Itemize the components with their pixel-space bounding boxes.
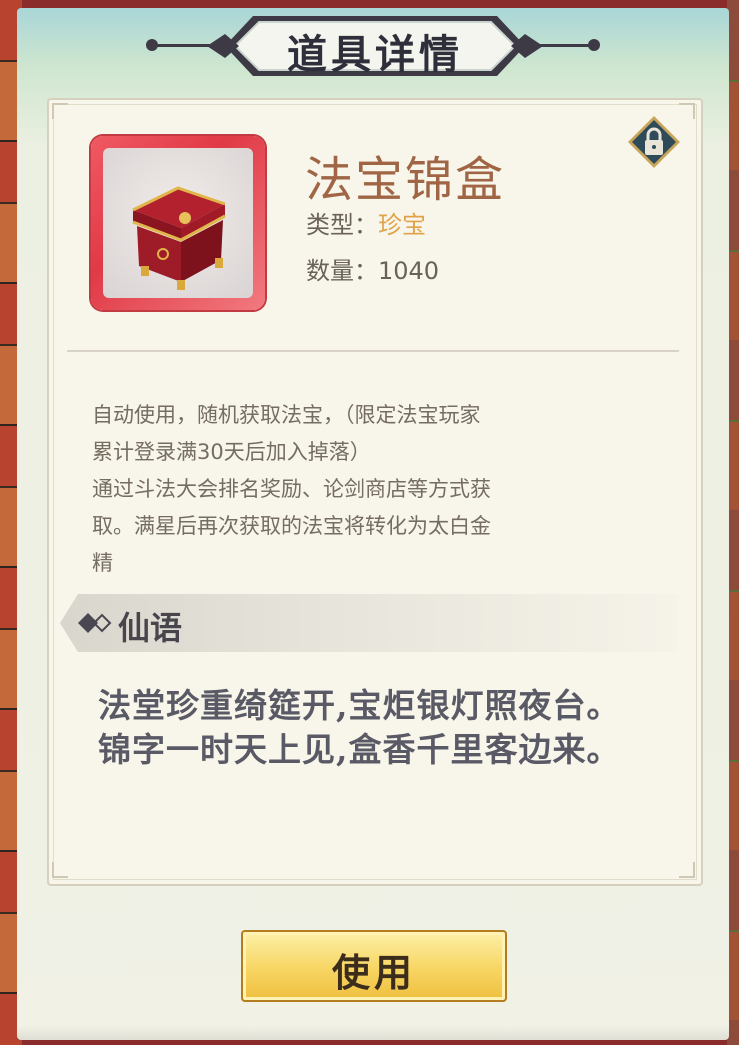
item-icon-background bbox=[103, 148, 253, 298]
description-line: 通过斗法大会排名奖励、论剑商店等方式获 bbox=[92, 477, 491, 501]
panel-corner-ornament bbox=[679, 862, 695, 878]
item-name: 法宝锦盒 bbox=[305, 152, 506, 208]
description-line: 累计登录满30天后加入掉落） bbox=[92, 440, 371, 464]
treasure-chest-icon bbox=[132, 186, 226, 290]
item-type-row: 类型：珍宝 bbox=[306, 205, 426, 240]
poem-line: 锦字一时天上见,盒香千里客边来。 bbox=[98, 730, 621, 769]
title-ornament-right bbox=[588, 39, 600, 51]
use-button[interactable]: 使用 bbox=[241, 930, 507, 1002]
panel-corner-ornament bbox=[52, 862, 68, 878]
item-description: 自动使用，随机获取法宝，（限定法宝玩家 累计登录满30天后加入掉落） 通过斗法大… bbox=[92, 397, 592, 582]
description-line: 自动使用，随机获取法宝，（限定法宝玩家 bbox=[92, 403, 481, 427]
item-quantity-row: 数量：1040 bbox=[306, 251, 439, 286]
panel-corner-ornament bbox=[52, 103, 68, 119]
item-quantity-value: 1040 bbox=[378, 257, 440, 285]
use-button-label: 使用 bbox=[331, 950, 416, 995]
title-banner: 道具详情 bbox=[205, 12, 545, 80]
description-line: 精 bbox=[92, 551, 113, 575]
lore-poem: 法堂珍重绮筵开,宝炬银灯照夜台。 锦字一时天上见,盒香千里客边来。 bbox=[98, 684, 678, 772]
info-divider bbox=[67, 350, 679, 352]
item-type-value: 珍宝 bbox=[378, 211, 426, 239]
lore-section-title: 仙语 bbox=[118, 609, 183, 647]
poem-line: 法堂珍重绮筵开,宝炬银灯照夜台。 bbox=[98, 686, 621, 725]
item-icon-frame bbox=[91, 136, 265, 310]
dialog-title: 道具详情 bbox=[287, 31, 463, 78]
lock-button[interactable] bbox=[628, 116, 680, 168]
diamond-bullet-icon bbox=[78, 613, 112, 633]
item-quantity-label: 数量： bbox=[306, 257, 378, 285]
item-type-label: 类型： bbox=[306, 211, 378, 239]
lock-icon bbox=[628, 116, 680, 168]
description-line: 取。满星后再次获取的法宝将转化为太白金 bbox=[92, 514, 491, 538]
